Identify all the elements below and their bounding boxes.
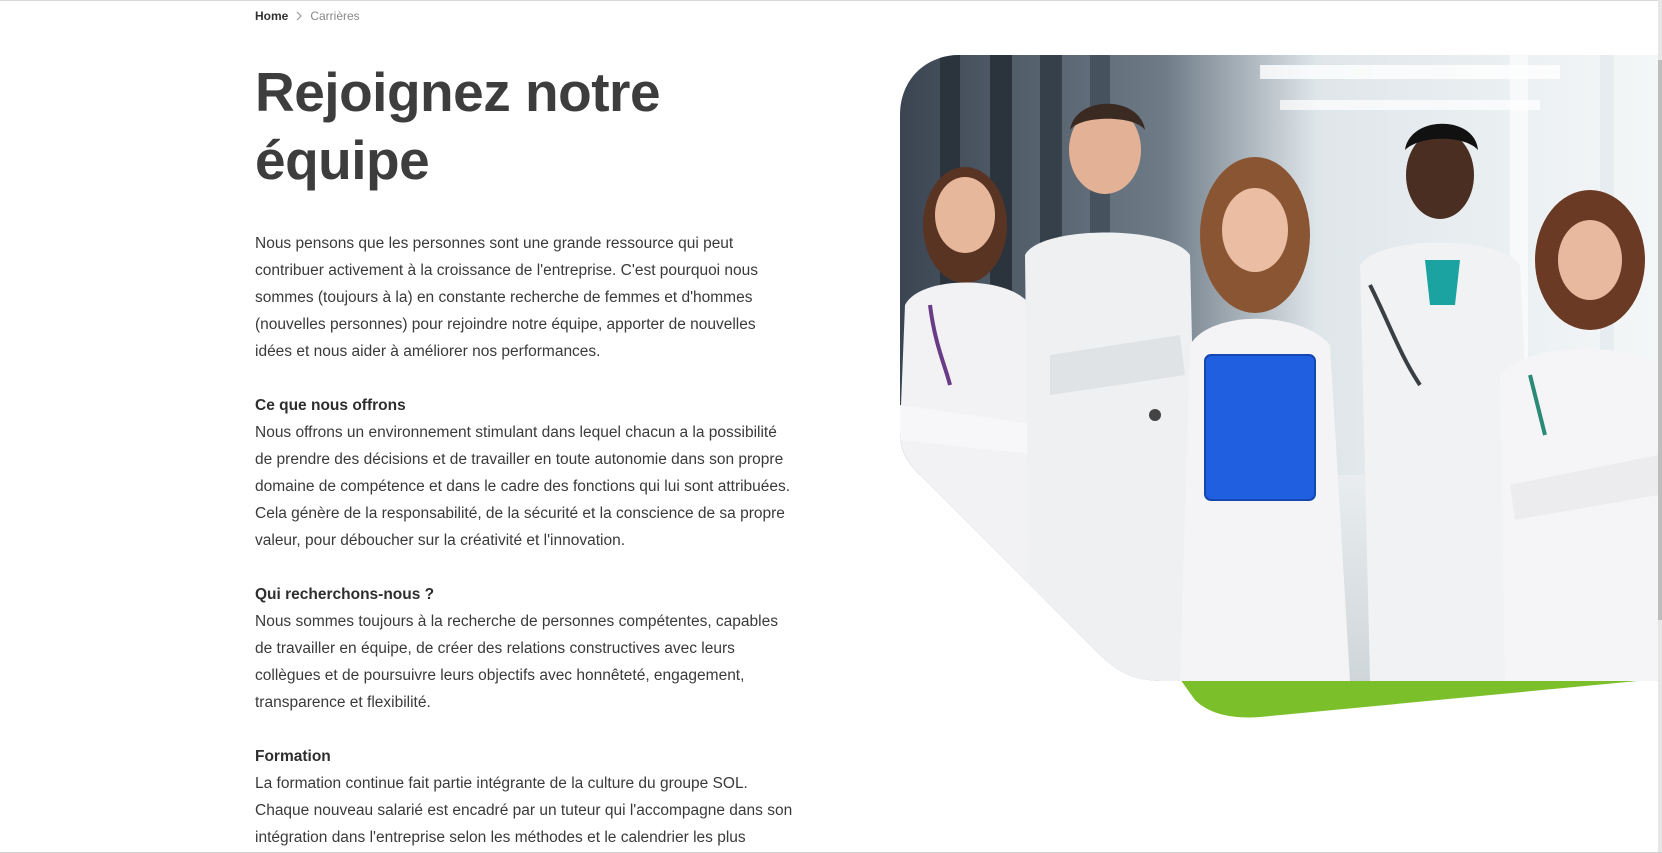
section-body: La formation continue fait partie intégr… xyxy=(255,775,793,846)
scrollbar-thumb[interactable] xyxy=(1658,60,1662,620)
breadcrumb-current: Carrières xyxy=(310,9,360,23)
page-title: Rejoignez notre équipe xyxy=(255,58,795,194)
careers-page: Home Carrières Rejoignez notre équipe No… xyxy=(0,0,1662,853)
chevron-right-icon xyxy=(296,11,303,21)
section-heading: Formation xyxy=(255,748,331,765)
page-title-line-2: équipe xyxy=(255,129,430,191)
section-body: Nous sommes toujours à la recherche de p… xyxy=(255,613,778,711)
medical-team-photo xyxy=(900,55,1658,718)
section-heading: Qui recherchons-nous ? xyxy=(255,586,435,603)
main-content: Rejoignez notre équipe Nous pensons que … xyxy=(255,58,795,851)
section-offer: Ce que nous offrons Nous offrons un envi… xyxy=(255,392,795,554)
section-profile: Qui recherchons-nous ? Nous sommes toujo… xyxy=(255,581,795,716)
top-divider xyxy=(0,0,1662,1)
section-body: Nous offrons un environnement stimulant … xyxy=(255,424,791,549)
section-training: Formation La formation continue fait par… xyxy=(255,743,795,851)
hero-image xyxy=(900,55,1658,725)
green-accent-shape xyxy=(1180,679,1658,718)
page-title-line-1: Rejoignez notre xyxy=(255,61,661,123)
breadcrumb: Home Carrières xyxy=(255,9,360,23)
intro-paragraph: Nous pensons que les personnes sont une … xyxy=(255,235,759,360)
scrollbar[interactable] xyxy=(1658,0,1662,853)
breadcrumb-home-link[interactable]: Home xyxy=(255,9,288,23)
section-heading: Ce que nous offrons xyxy=(255,397,406,414)
